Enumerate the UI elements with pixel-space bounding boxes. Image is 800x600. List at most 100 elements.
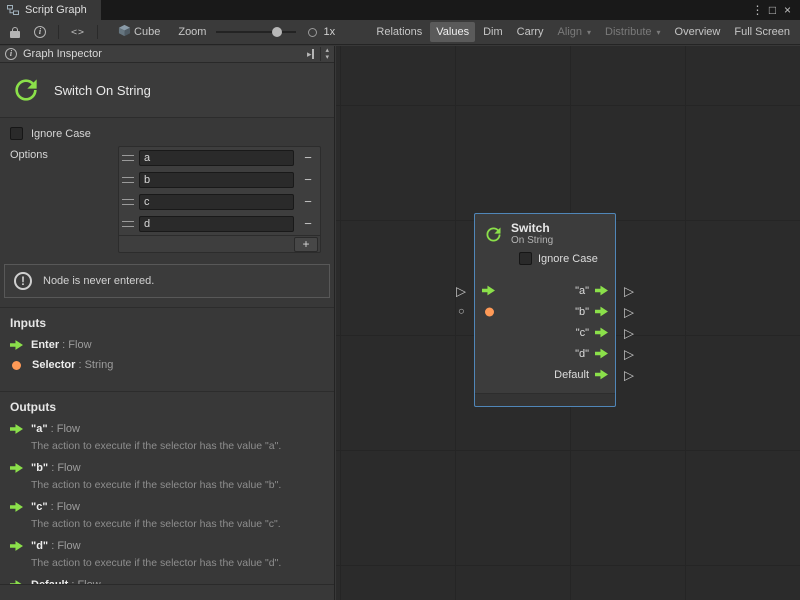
flow-output-connector[interactable]: ▷ (624, 305, 634, 318)
titlebar: Script Graph ⋮ □ × (0, 0, 800, 20)
option-input[interactable] (139, 216, 294, 232)
node-port-row: "d" ▷ (475, 343, 615, 364)
dock-arrow-icon[interactable]: ▸ (307, 49, 315, 59)
flow-input-connector[interactable]: ▷ (456, 284, 466, 297)
drag-handle-icon[interactable] (122, 221, 134, 227)
input-item: Selector : String (10, 359, 324, 371)
flow-arrow-icon (10, 541, 23, 552)
graph-owner-button[interactable]: Cube (112, 22, 166, 42)
inspector-header-label: Graph Inspector (23, 48, 102, 60)
option-input[interactable] (139, 150, 294, 166)
outputs-section: Outputs "a" : Flow The action to execute… (0, 391, 334, 600)
ignore-case-label: Ignore Case (538, 253, 598, 265)
type-separator: : (75, 359, 84, 371)
inspect-button[interactable]: i (28, 22, 52, 42)
graph-canvas[interactable]: Switch On String Ignore Case ▷ "a" ▷ ○ (336, 46, 800, 600)
zoom-reset-button[interactable] (308, 28, 317, 37)
drag-handle-icon[interactable] (122, 155, 134, 161)
cube-icon (118, 24, 131, 40)
flow-output-icon[interactable] (595, 327, 608, 338)
toolbar-button-distribute[interactable]: Distribute ▾ (599, 22, 666, 42)
toolbar-separator (58, 25, 59, 39)
toolbar-button-dim[interactable]: Dim (477, 22, 509, 42)
node-title: Switch (511, 222, 553, 235)
code-icon: <> (71, 27, 85, 38)
port-name: "a" (31, 423, 48, 435)
toolbar-button-values[interactable]: Values (430, 22, 475, 42)
toolbar-button-label: Align (558, 26, 582, 38)
port-name: Selector (32, 359, 75, 371)
toolbar-button-fullscreen[interactable]: Full Screen (728, 22, 796, 42)
option-input[interactable] (139, 194, 294, 210)
selector-input-icon[interactable] (485, 307, 494, 316)
flow-output-connector[interactable]: ▷ (624, 368, 634, 381)
port-label: "d" (575, 348, 589, 360)
toolbar-button-carry[interactable]: Carry (511, 22, 550, 42)
port-type: Flow (57, 540, 80, 552)
flow-input-icon[interactable] (482, 285, 495, 296)
toolbar-button-align[interactable]: Align ▾ (552, 22, 597, 42)
edit-script-button[interactable]: <> (65, 22, 91, 42)
port-type: Flow (57, 462, 80, 474)
node-port-row: Default ▷ (475, 364, 615, 385)
scroll-up-icon[interactable]: ▴ (325, 47, 329, 54)
switch-on-string-node[interactable]: Switch On String Ignore Case ▷ "a" ▷ ○ (474, 213, 616, 407)
ignore-case-row: Ignore Case (10, 127, 334, 140)
input-item: Enter : Flow (10, 339, 324, 351)
graph-inspector-panel: i Graph Inspector ▸ ▴ ▾ Switch On String… (0, 46, 335, 600)
flow-output-icon[interactable] (595, 369, 608, 380)
option-input[interactable] (139, 172, 294, 188)
port-label: "b" (575, 306, 589, 318)
drag-handle-icon[interactable] (122, 177, 134, 183)
drag-handle-icon[interactable] (122, 199, 134, 205)
flow-arrow-icon (10, 502, 23, 513)
output-item: "c" : Flow (10, 501, 324, 513)
port-type: Flow (68, 339, 91, 351)
node-title: Switch On String (54, 83, 151, 98)
outputs-header: Outputs (10, 400, 324, 414)
type-separator: : (48, 501, 57, 513)
warning-box: ! Node is never entered. (4, 264, 330, 298)
tab-script-graph[interactable]: Script Graph (0, 0, 101, 20)
port-label: Default (554, 369, 589, 381)
flow-output-connector[interactable]: ▷ (624, 347, 634, 360)
flow-output-connector[interactable]: ▷ (624, 284, 634, 297)
ignore-case-checkbox[interactable] (10, 127, 23, 140)
value-port-icon (12, 361, 21, 370)
toolbar-button-relations[interactable]: Relations (370, 22, 428, 42)
close-icon[interactable]: × (780, 0, 795, 20)
scroll-down-icon[interactable]: ▾ (325, 54, 329, 61)
option-row: − (119, 213, 320, 235)
flow-arrow-icon (10, 463, 23, 474)
options-label: Options (0, 146, 118, 253)
remove-option-button[interactable]: − (299, 194, 317, 210)
window-controls: ⋮ □ × (750, 0, 800, 20)
flow-output-icon[interactable] (595, 348, 608, 359)
remove-option-button[interactable]: − (299, 172, 317, 188)
zoom-slider[interactable] (216, 31, 296, 33)
ignore-case-checkbox[interactable] (519, 252, 532, 265)
value-input-connector[interactable]: ○ (458, 305, 465, 318)
type-separator: : (48, 423, 57, 435)
maximize-icon[interactable]: □ (765, 0, 780, 20)
node-port-row: "c" ▷ (475, 322, 615, 343)
lock-button[interactable] (4, 22, 26, 42)
type-separator: : (48, 462, 57, 474)
zoom-value: 1x (323, 26, 335, 38)
toolbar-button-overview[interactable]: Overview (669, 22, 727, 42)
flow-arrow-icon (10, 424, 23, 435)
flow-output-connector[interactable]: ▷ (624, 326, 634, 339)
node-footer (475, 393, 615, 406)
zoom-label: Zoom (178, 26, 206, 38)
flow-output-icon[interactable] (595, 285, 608, 296)
add-option-button[interactable]: + (294, 237, 318, 252)
flow-output-icon[interactable] (595, 306, 608, 317)
remove-option-button[interactable]: − (299, 150, 317, 166)
panel-scrollers: ▴ ▾ (320, 47, 329, 61)
kebab-menu-icon[interactable]: ⋮ (750, 0, 765, 20)
remove-option-button[interactable]: − (299, 216, 317, 232)
node-port-row: ○ "b" ▷ (475, 301, 615, 322)
zoom-slider-knob[interactable] (272, 27, 282, 37)
option-row: − (119, 169, 320, 191)
switch-on-string-icon (10, 74, 42, 106)
